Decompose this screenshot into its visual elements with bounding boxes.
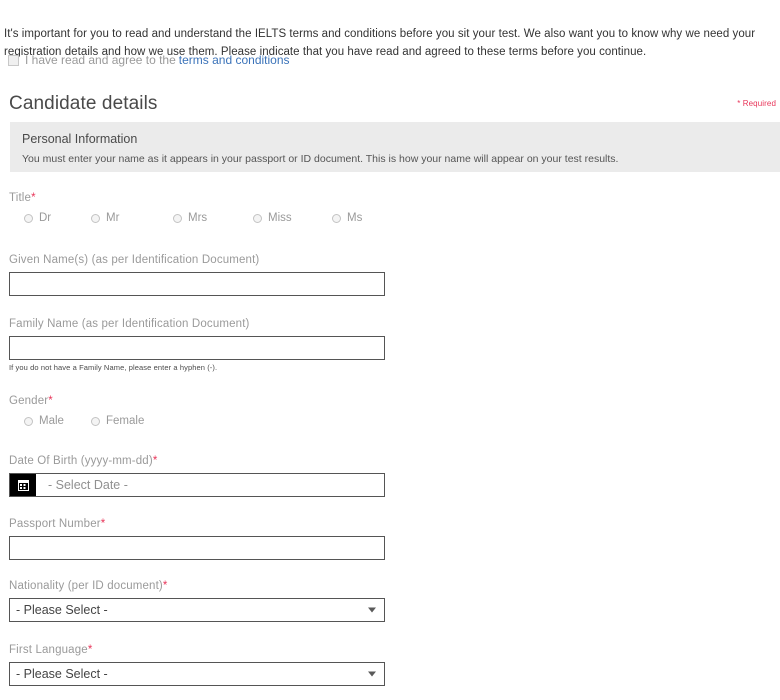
required-note: * Required [737, 99, 776, 108]
terms-agreement-label: I have read and agree to the [25, 53, 176, 67]
field-date-of-birth: Date Of Birth (yyyy-mm-dd)* - Select Dat… [9, 455, 385, 497]
radio-dot-icon[interactable] [24, 416, 33, 426]
field-given-name: Given Name(s) (as per Identification Doc… [9, 254, 385, 296]
field-nationality: Nationality (per ID document)* - Please … [9, 580, 385, 622]
terms-agreement-row[interactable]: I have read and agree to the terms and c… [8, 52, 290, 68]
required-asterisk: * [100, 518, 106, 530]
field-gender-label: Gender* [9, 395, 53, 407]
field-gender: Gender* Male Female [9, 395, 144, 429]
radio-gender-male[interactable]: Male [9, 415, 91, 428]
panel-title: Personal Information [22, 132, 138, 146]
radio-label: Female [106, 414, 145, 427]
radio-dot-icon[interactable] [91, 213, 100, 223]
radio-label: Male [39, 414, 64, 427]
field-nationality-label: Nationality (per ID document)* [9, 580, 168, 592]
field-family-name: Family Name (as per Identification Docum… [9, 318, 385, 372]
terms-agreement-checkbox[interactable] [8, 54, 19, 66]
radio-title-dr[interactable]: Dr [9, 212, 91, 225]
radio-label: Mrs [188, 211, 208, 224]
first-language-select-value: - Please Select - [16, 667, 108, 681]
radio-dot-icon[interactable] [173, 213, 182, 223]
nationality-select-value: - Please Select - [16, 603, 108, 617]
gender-radio-group[interactable]: Male Female [9, 413, 144, 429]
terms-and-conditions-link[interactable]: terms and conditions [179, 53, 290, 67]
field-title-label: Title* [9, 192, 36, 204]
radio-dot-icon[interactable] [332, 213, 341, 223]
field-title: Title* Dr Mr Mrs Miss Ms [9, 192, 385, 226]
radio-label: Mr [106, 211, 120, 224]
radio-dot-icon[interactable] [91, 416, 100, 426]
chevron-down-icon[interactable] [368, 671, 376, 677]
given-name-input[interactable] [9, 272, 385, 296]
radio-gender-female[interactable]: Female [91, 415, 144, 428]
title-radio-group[interactable]: Dr Mr Mrs Miss Ms [9, 210, 385, 226]
field-given-name-label: Given Name(s) (as per Identification Doc… [9, 254, 260, 266]
field-first-language-label: First Language* [9, 644, 93, 656]
radio-label: Miss [268, 211, 292, 224]
field-passport-number: Passport Number* [9, 518, 385, 560]
date-of-birth-picker[interactable]: - Select Date - [9, 473, 385, 497]
calendar-icon [17, 479, 29, 491]
required-asterisk: * [152, 455, 158, 467]
required-asterisk: * [87, 644, 93, 656]
registration-form-page: It's important for you to read and under… [0, 0, 780, 700]
panel-description: You must enter your name as it appears i… [22, 153, 619, 165]
field-first-language: First Language* - Please Select - [9, 644, 385, 686]
nationality-select[interactable]: - Please Select - [9, 598, 385, 622]
radio-title-miss[interactable]: Miss [253, 212, 332, 225]
radio-dot-icon[interactable] [24, 213, 33, 223]
radio-title-ms[interactable]: Ms [332, 212, 362, 225]
required-asterisk: * [162, 580, 168, 592]
radio-title-mr[interactable]: Mr [91, 212, 173, 225]
chevron-down-icon[interactable] [368, 607, 376, 613]
required-asterisk: * [31, 192, 36, 204]
field-passport-number-label: Passport Number* [9, 518, 106, 530]
first-language-select[interactable]: - Please Select - [9, 662, 385, 686]
field-family-name-label: Family Name (as per Identification Docum… [9, 318, 250, 330]
required-asterisk: * [48, 395, 53, 407]
radio-title-mrs[interactable]: Mrs [173, 212, 253, 225]
field-date-of-birth-label: Date Of Birth (yyyy-mm-dd)* [9, 455, 158, 467]
family-name-hint: If you do not have a Family Name, please… [9, 363, 218, 372]
calendar-button[interactable] [10, 474, 36, 496]
personal-information-panel: Personal Information You must enter your… [10, 122, 780, 172]
family-name-input[interactable] [9, 336, 385, 360]
date-of-birth-value[interactable]: - Select Date - [36, 474, 384, 496]
radio-label: Ms [347, 211, 363, 224]
page-title: Candidate details [9, 92, 158, 114]
radio-dot-icon[interactable] [253, 213, 262, 223]
radio-label: Dr [39, 211, 52, 224]
passport-number-input[interactable] [9, 536, 385, 560]
